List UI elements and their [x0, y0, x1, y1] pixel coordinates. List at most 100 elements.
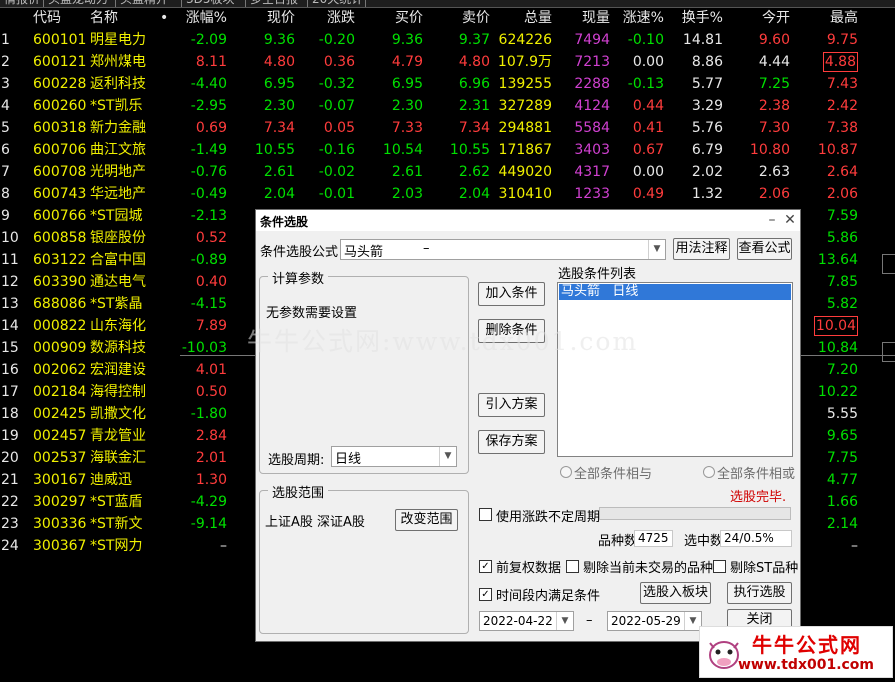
- row-index: 19: [1, 428, 19, 444]
- close-icon[interactable]: ✕: [781, 211, 799, 229]
- execute-button[interactable]: 执行选股: [727, 582, 792, 604]
- row-index: 6: [1, 142, 10, 158]
- stock-name: 海联金汇: [90, 450, 146, 466]
- open-price: 2.06: [758, 186, 790, 202]
- logo-url: www.tdx001.com: [738, 657, 875, 673]
- change-percent: -2.09: [190, 32, 227, 48]
- change-percent: 0.52: [195, 230, 227, 246]
- condition-list[interactable]: 马头箭 日线: [557, 282, 793, 457]
- high-price: 5.82: [826, 296, 858, 312]
- exclude-untraded-checkbox[interactable]: [566, 560, 579, 573]
- date-from-picker[interactable]: 2022-04-22 ▼: [479, 611, 574, 631]
- chevron-down-icon[interactable]: ▼: [439, 447, 456, 466]
- stock-code: 600260: [33, 98, 87, 114]
- tab[interactable]: 情报价: [0, 0, 44, 7]
- column-header[interactable]: 总量: [524, 7, 552, 29]
- column-header[interactable]: 现量: [582, 7, 610, 29]
- column-header[interactable]: 卖价: [462, 7, 490, 29]
- high-price: 2.06: [826, 186, 858, 202]
- column-header[interactable]: 涨速%: [623, 7, 664, 29]
- tab[interactable]: 20天统计: [308, 0, 366, 7]
- speed: -0.10: [627, 32, 664, 48]
- stock-name: 数源科技: [90, 340, 146, 356]
- column-header[interactable]: 名称: [90, 7, 160, 29]
- time-range-checkbox[interactable]: ✓: [479, 588, 492, 601]
- speed: 0.00: [632, 164, 664, 180]
- change: -0.01: [318, 186, 355, 202]
- period-select[interactable]: 日线 ▼: [331, 446, 457, 467]
- column-header[interactable]: 今开: [762, 7, 790, 29]
- to-block-button[interactable]: 选股入板块: [640, 582, 711, 604]
- date-to-picker[interactable]: 2022-05-29 ▼: [607, 611, 702, 631]
- high-price: 5.55: [826, 406, 858, 422]
- stock-name: 明星电力: [90, 32, 146, 48]
- change-range-button[interactable]: 改变范围: [395, 509, 458, 531]
- table-row[interactable]: 3 600228 返利科技 -4.40 6.95 -0.32 6.95 6.96 139255 2…: [0, 73, 895, 95]
- minimize-icon[interactable]: –: [763, 211, 781, 229]
- stock-name: *ST网力: [90, 538, 143, 554]
- high-price: 7.75: [826, 450, 858, 466]
- tab[interactable]: 头盘精开: [116, 0, 182, 7]
- ask-price: 2.62: [458, 164, 490, 180]
- save-scheme-button[interactable]: 保存方案: [478, 430, 545, 454]
- open-price: 2.63: [758, 164, 790, 180]
- tab[interactable]: 头盘龙动力: [44, 0, 116, 7]
- table-row[interactable]: 4 600260 *ST凯乐 -2.95 2.30 -0.07 2.30 2.31 327289…: [0, 95, 895, 117]
- chevron-down-icon[interactable]: ▼: [556, 612, 573, 630]
- pre-adjust-checkbox[interactable]: ✓: [479, 560, 492, 573]
- exclude-st-checkbox[interactable]: [713, 560, 726, 573]
- current-volume: 4124: [574, 98, 610, 114]
- stock-name: 光明地产: [90, 164, 146, 180]
- row-index: 24: [1, 538, 19, 554]
- price: 2.30: [263, 98, 295, 114]
- column-header[interactable]: 涨跌: [327, 7, 355, 29]
- table-row[interactable]: 2 600121 郑州煤电 8.11 4.80 0.36 4.79 4.80 107.9万 721…: [0, 51, 895, 73]
- import-scheme-button[interactable]: 引入方案: [478, 393, 545, 417]
- ask-price: 4.80: [458, 54, 490, 70]
- list-item[interactable]: 马头箭 日线: [559, 284, 791, 300]
- column-header[interactable]: 涨幅%: [186, 7, 227, 29]
- stock-name: 新力金融: [90, 120, 146, 136]
- ask-price: 10.55: [449, 142, 490, 158]
- status-text: 选股完毕.: [730, 490, 787, 505]
- column-header[interactable]: 换手%: [682, 7, 723, 29]
- chevron-down-icon[interactable]: ▼: [648, 240, 665, 259]
- radio-or[interactable]: [703, 466, 715, 478]
- delete-condition-button[interactable]: 删除条件: [478, 319, 545, 343]
- change-percent: 1.30: [195, 472, 227, 488]
- usage-button[interactable]: 用法注释: [673, 238, 730, 260]
- table-row[interactable]: 8 600743 华远地产 -0.49 2.04 -0.01 2.03 2.04 310410 1…: [0, 183, 895, 205]
- change-percent: 7.89: [195, 318, 227, 334]
- row-index: 15: [1, 340, 19, 356]
- table-row[interactable]: 5 600318 新力金融 0.69 7.34 0.05 7.33 7.34 294881 558…: [0, 117, 895, 139]
- table-header: 代码 名称 • 涨幅% 现价 涨跌 买价 卖价 总量 现量 涨速% 换手% 今开 最高: [0, 7, 895, 29]
- column-header[interactable]: 买价: [395, 7, 423, 29]
- add-condition-button[interactable]: 加入条件: [478, 282, 545, 306]
- view-formula-button[interactable]: 查看公式: [737, 238, 792, 260]
- stock-code: 300167: [33, 472, 87, 488]
- formula-select[interactable]: 马头箭 – ▼: [340, 239, 666, 260]
- stock-name: 合富中国: [90, 252, 146, 268]
- column-header[interactable]: 最高: [830, 7, 858, 29]
- table-row[interactable]: 7 600708 光明地产 -0.76 2.61 -0.02 2.61 2.62 449020 4…: [0, 161, 895, 183]
- stock-code: 688086: [33, 296, 87, 312]
- variable-period-checkbox[interactable]: [479, 508, 492, 521]
- tab[interactable]: 3D5板块: [182, 0, 246, 7]
- column-header[interactable]: 代码: [33, 7, 85, 29]
- column-header[interactable]: •: [160, 7, 168, 29]
- turnover: 6.79: [691, 142, 723, 158]
- change-percent: -4.15: [190, 296, 227, 312]
- radio-and[interactable]: [560, 466, 572, 478]
- tab[interactable]: 多空日报: [246, 0, 308, 7]
- table-row[interactable]: 6 600706 曲江文旅 -1.49 10.55 -0.16 10.54 10.55 1718…: [0, 139, 895, 161]
- no-params-text: 无参数需要设置: [266, 306, 358, 321]
- price: 4.80: [263, 54, 295, 70]
- column-header[interactable]: 现价: [267, 7, 295, 29]
- bid-price: 2.61: [391, 164, 423, 180]
- open-price: 4.44: [758, 54, 790, 70]
- stock-name: *ST凯乐: [90, 98, 143, 114]
- dialog-title: 条件选股: [260, 215, 309, 229]
- change-percent: 0.69: [195, 120, 227, 136]
- table-row[interactable]: 1 600101 明星电力 -2.09 9.36 -0.20 9.36 9.37 624226 7…: [0, 29, 895, 51]
- calc-params-group: 计算参数 无参数需要设置 选股周期: 日线 ▼: [259, 268, 469, 474]
